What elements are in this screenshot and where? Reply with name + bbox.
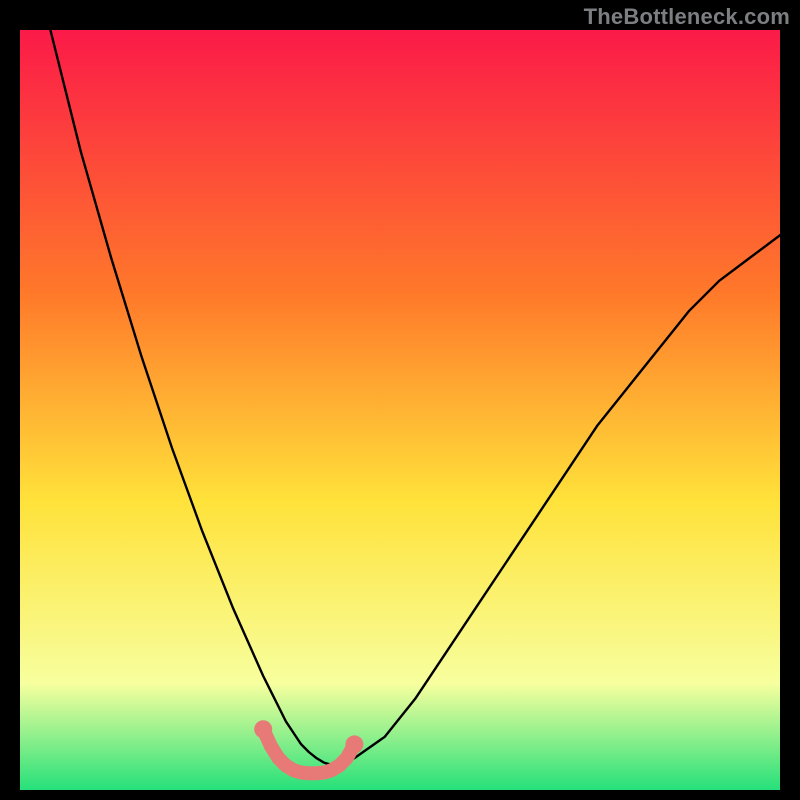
chart-stage: TheBottleneck.com: [0, 0, 800, 800]
marker-dot: [345, 735, 363, 753]
bottleneck-chart: [20, 30, 780, 790]
chart-gradient-bg: [20, 30, 780, 790]
marker-dot: [254, 720, 272, 738]
watermark-label: TheBottleneck.com: [584, 4, 790, 30]
chart-svg: [20, 30, 780, 790]
